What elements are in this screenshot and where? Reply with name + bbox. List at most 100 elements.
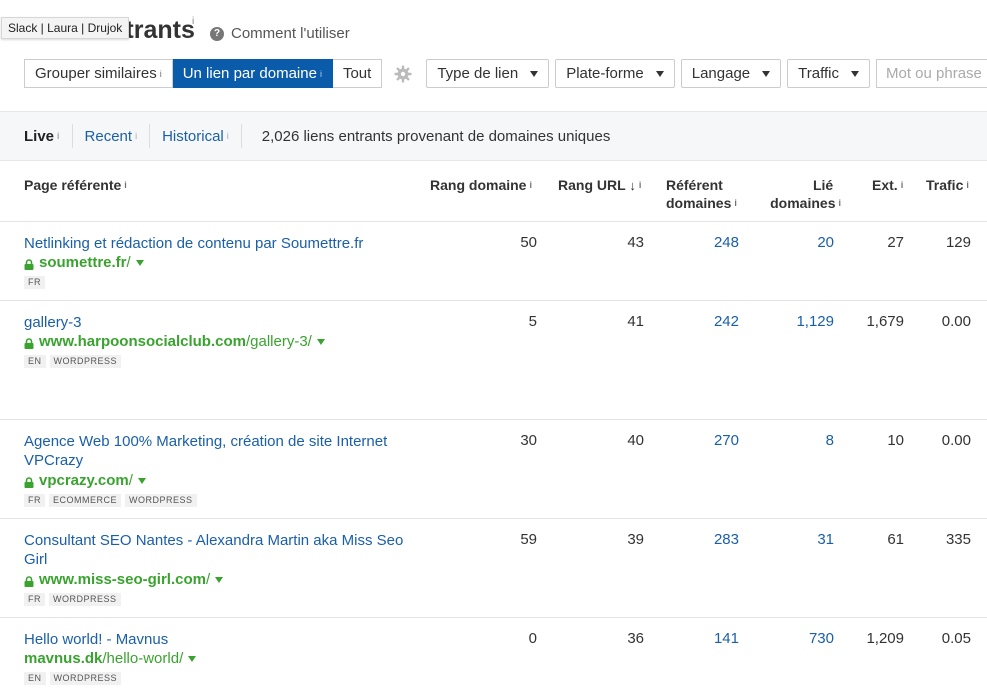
col-referring-page[interactable]: Page référente i <box>24 176 127 194</box>
sort-down-icon: ↓ <box>629 178 636 193</box>
domain-rating-value: 50 <box>520 234 537 251</box>
referring-page-title[interactable]: Consultant SEO Nantes - Alexandra Martin… <box>24 531 409 569</box>
referring-page-url[interactable]: www.harpoonsocialclub.com/gallery-3/ <box>24 333 325 350</box>
chevron-down-icon <box>655 70 664 77</box>
help-link[interactable]: ? Comment l'utiliser <box>210 25 350 42</box>
external-links-value: 1,679 <box>866 313 904 330</box>
chevron-down-icon <box>762 70 771 77</box>
backlinks-table: Page référente i Rang domaine i Rang URL ↓… <box>0 162 987 692</box>
col-domain-rating[interactable]: Rang domaine i <box>430 176 532 194</box>
col-url-rating[interactable]: Rang URL ↓ i <box>558 176 641 195</box>
col-traffic[interactable]: Trafic i <box>926 176 969 194</box>
url-rating-value: 36 <box>627 630 644 647</box>
table-row: Consultant SEO Nantes - Alexandra Martin… <box>0 519 987 618</box>
referring-domains-link[interactable]: 242 <box>714 313 739 330</box>
page-tags: FR WORDPRESS <box>24 593 125 606</box>
tag-badge: FR <box>24 494 45 507</box>
tag-badge: WORDPRESS <box>49 593 121 606</box>
table-row: Netlinking et rédaction de contenu par S… <box>0 222 987 301</box>
referring-domains-link[interactable]: 141 <box>714 630 739 647</box>
chevron-down-icon <box>850 70 859 77</box>
traffic-value: 129 <box>945 234 971 251</box>
table-row: Hello world! - Mavnus mavnus.dk/hello-wo… <box>0 618 987 692</box>
url-menu-icon[interactable] <box>316 338 325 345</box>
url-menu-icon[interactable] <box>137 477 146 484</box>
url-menu-icon[interactable] <box>215 576 224 583</box>
group-similar-button[interactable]: Grouper similaires i <box>24 59 173 88</box>
traffic-value: 0.00 <box>941 313 971 330</box>
domain-rating-value: 5 <box>528 313 537 330</box>
tag-badge: FR <box>24 593 45 606</box>
referring-page-url[interactable]: www.miss-seo-girl.com / <box>24 571 224 588</box>
tag-badge: EN <box>24 672 46 685</box>
url-rating-value: 40 <box>627 432 644 449</box>
referring-page-title[interactable]: gallery-3 <box>24 313 409 332</box>
filters-bar: Grouper similaires i Un lien par domaine i… <box>24 59 987 88</box>
tag-badge: ECOMMERCE <box>49 494 122 507</box>
traffic-value: 0.00 <box>941 432 971 449</box>
url-rating-value: 39 <box>627 531 644 548</box>
title-info-icon[interactable]: i <box>192 16 194 27</box>
all-button[interactable]: Tout <box>332 59 383 88</box>
linked-domains-link[interactable]: 20 <box>817 234 834 251</box>
grouping-toggle: Grouper similaires i Un lien par domaine i… <box>24 59 383 88</box>
referring-domains-link[interactable]: 270 <box>714 432 739 449</box>
mode-tabs-bar: Live i Recent i Historical i 2,026 liens en… <box>0 111 987 161</box>
window-tooltip: Slack | Laura | Drujok <box>1 17 130 39</box>
page-tags: EN WORDPRESS <box>24 672 125 685</box>
referring-page-url[interactable]: mavnus.dk/hello-world/ <box>24 650 197 667</box>
external-links-value: 61 <box>887 531 904 548</box>
results-summary: 2,026 liens entrants provenant de domain… <box>261 127 611 145</box>
domain-rating-value: 30 <box>520 432 537 449</box>
page-tags: EN WORDPRESS <box>24 355 125 368</box>
tag-badge: FR <box>24 276 45 289</box>
referring-page-title[interactable]: Netlinking et rédaction de contenu par S… <box>24 234 409 253</box>
one-link-per-domain-button[interactable]: Un lien par domaine i <box>172 59 333 88</box>
tab-live[interactable]: Live i <box>24 124 73 148</box>
external-links-value: 1,209 <box>866 630 904 647</box>
lock-icon <box>24 336 34 349</box>
linked-domains-link[interactable]: 730 <box>809 630 834 647</box>
referring-page-title[interactable]: Agence Web 100% Marketing, création de s… <box>24 432 409 470</box>
linked-domains-link[interactable]: 1,129 <box>796 313 834 330</box>
col-linked-domains[interactable]: Lié domaines i <box>761 176 841 212</box>
platform-dropdown[interactable]: Plate-forme <box>555 59 675 88</box>
domain-rating-value: 0 <box>528 630 537 647</box>
domain-rating-value: 59 <box>520 531 537 548</box>
keyword-search-input[interactable]: Mot ou phrase <box>875 59 987 88</box>
traffic-value: 335 <box>945 531 971 548</box>
external-links-value: 27 <box>887 234 904 251</box>
chevron-down-icon <box>530 70 539 77</box>
table-row: gallery-3 www.harpoonsocialclub.com/gall… <box>0 301 987 420</box>
table-row: Agence Web 100% Marketing, création de s… <box>0 420 987 519</box>
link-type-dropdown[interactable]: Type de lien <box>426 59 550 88</box>
col-referring-domains[interactable]: Référent domaines i <box>666 176 737 212</box>
external-links-value: 10 <box>887 432 904 449</box>
tag-badge: EN <box>24 355 46 368</box>
tag-badge: WORDPRESS <box>49 355 122 368</box>
tab-recent[interactable]: Recent i <box>85 124 151 148</box>
tag-badge: WORDPRESS <box>49 672 122 685</box>
referring-page-url[interactable]: vpcrazy.com / <box>24 472 146 489</box>
traffic-dropdown[interactable]: Traffic <box>787 59 870 88</box>
help-link-label: Comment l'utiliser <box>231 25 350 42</box>
referring-page-title[interactable]: Hello world! - Mavnus <box>24 630 409 649</box>
language-dropdown[interactable]: Langage <box>680 59 782 88</box>
linked-domains-link[interactable]: 31 <box>817 531 834 548</box>
tab-historical[interactable]: Historical i <box>162 124 242 148</box>
referring-domains-link[interactable]: 248 <box>714 234 739 251</box>
url-rating-value: 41 <box>627 313 644 330</box>
gear-icon[interactable] <box>394 65 412 83</box>
url-menu-icon[interactable] <box>188 655 197 662</box>
referring-page-url[interactable]: soumettre.fr / <box>24 254 144 271</box>
url-rating-value: 43 <box>627 234 644 251</box>
linked-domains-link[interactable]: 8 <box>826 432 834 449</box>
tag-badge: WORDPRESS <box>125 494 197 507</box>
question-icon: ? <box>210 26 224 41</box>
col-external-links[interactable]: Ext. i <box>872 176 903 194</box>
page-tags: FR <box>24 276 49 289</box>
referring-domains-link[interactable]: 283 <box>714 531 739 548</box>
lock-icon <box>24 574 34 587</box>
traffic-value: 0.05 <box>941 630 971 647</box>
url-menu-icon[interactable] <box>135 259 144 266</box>
